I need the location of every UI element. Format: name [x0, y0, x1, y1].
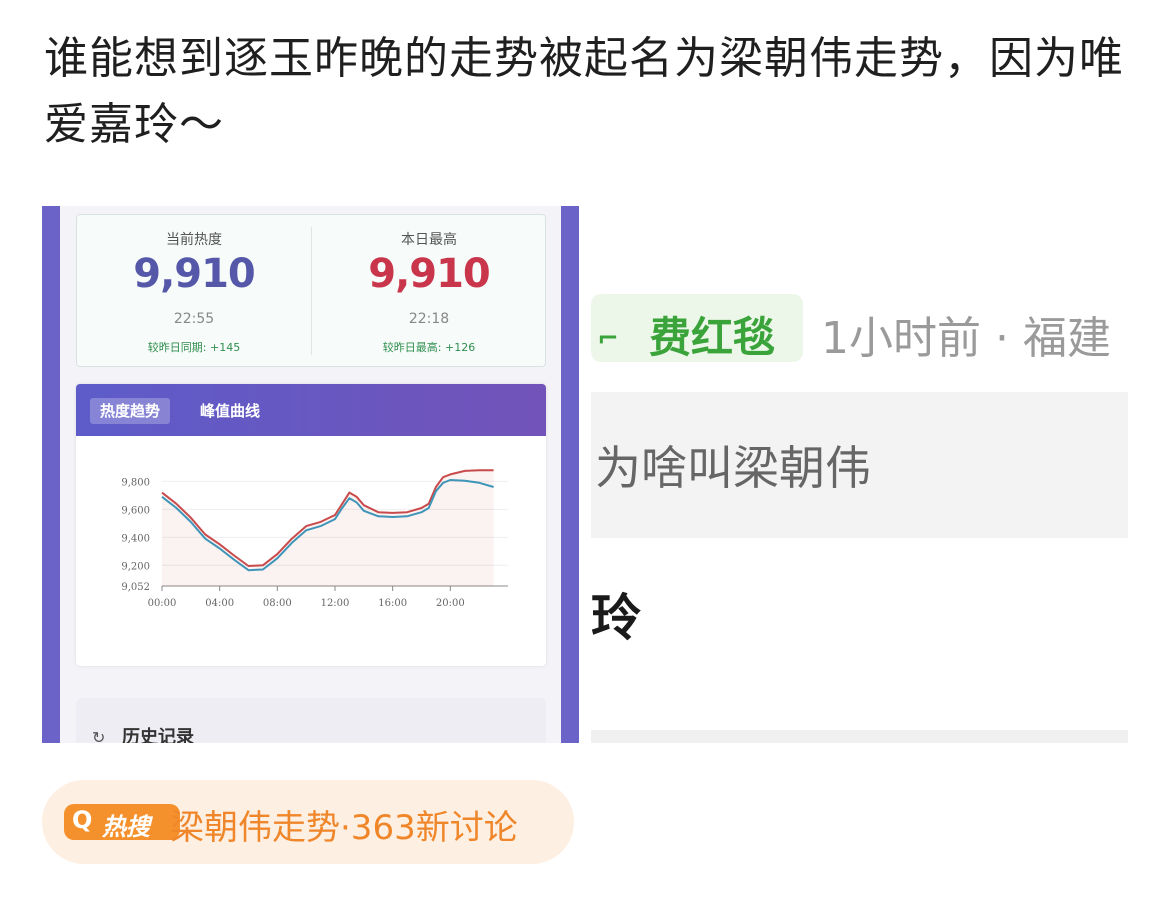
- current-heat-stat: 当前热度 9,910 22:55 较昨日同期: +145: [77, 215, 311, 368]
- current-heat-value: 9,910: [133, 251, 256, 297]
- quoted-comment-text: 为啥叫梁朝伟: [595, 441, 871, 495]
- hot-search-title[interactable]: 梁朝伟走势·363新讨论: [170, 800, 518, 849]
- search-icon: Q: [72, 806, 93, 834]
- post-text: 谁能想到逐玉昨晚的走势被起名为梁朝伟走势，因为唯爱嘉玲～: [44, 33, 1124, 150]
- history-section[interactable]: ↻ 历史记录: [76, 698, 546, 743]
- current-heat-label: 当前热度: [166, 232, 222, 248]
- x-tick-label: 04:00: [205, 598, 234, 609]
- trend-screenshot[interactable]: 当前热度 9,910 22:55 较昨日同期: +145 本日最高 9,910 …: [42, 206, 579, 743]
- current-heat-compare: 较昨日同期: +145: [147, 341, 241, 354]
- chart-tab-bar: 热度趋势 峰值曲线: [76, 384, 546, 436]
- hot-search-badge: Q 热搜: [64, 804, 180, 841]
- hot-search-pill[interactable]: Q 热搜 梁朝伟走势·363新讨论: [42, 780, 574, 864]
- peak-heat-label: 本日最高: [401, 232, 457, 248]
- peak-heat-compare: 较昨日最高: +126: [382, 341, 476, 354]
- y-tick-label: 9,400: [121, 533, 150, 544]
- trend-chart-card: 热度趋势 峰值曲线 9,052 9,200 9,400 9,600 9,800 00:00…: [76, 384, 546, 666]
- y-tick-label: 9,800: [121, 477, 150, 488]
- x-tick-label: 00:00: [148, 598, 177, 609]
- trend-area-fill: [162, 470, 494, 586]
- tab-heat-trend[interactable]: 热度趋势: [90, 398, 171, 424]
- y-tick-label: 9,600: [121, 505, 150, 516]
- x-tick-label: 12:00: [321, 598, 350, 609]
- peak-heat-time: 22:18: [408, 311, 450, 327]
- current-heat-time: 22:55: [173, 311, 215, 327]
- peak-heat-stat: 本日最高 9,910 22:18 较昨日最高: +126: [312, 215, 546, 368]
- heat-stats-card: 当前热度 9,910 22:55 较昨日同期: +145 本日最高 9,910 …: [76, 214, 546, 367]
- comment-meta: 1小时前 · 福建: [821, 313, 1111, 364]
- y-tick-label: 9,200: [121, 561, 150, 572]
- tab-peak-curve[interactable]: 峰值曲线: [190, 398, 270, 424]
- bottom-divider: [591, 730, 1128, 743]
- x-tick-label: 20:00: [436, 598, 465, 609]
- topic-tag-text: 费红毯: [649, 313, 776, 362]
- tag-corner-mark: ⌐: [597, 324, 619, 354]
- trend-panel: 当前热度 9,910 22:55 较昨日同期: +145 本日最高 9,910 …: [60, 206, 561, 743]
- history-label: 历史记录: [122, 727, 194, 743]
- y-tick-label: 9,052: [121, 582, 150, 593]
- peak-heat-value: 9,910: [368, 251, 491, 297]
- comment-reply-char: 玲: [591, 589, 641, 647]
- topic-tag: ⌐ 费红毯: [591, 294, 803, 362]
- comment-screenshot[interactable]: ⌐ 费红毯 1小时前 · 福建 为啥叫梁朝伟 玲: [591, 206, 1128, 743]
- x-tick-label: 08:00: [263, 598, 292, 609]
- x-tick-label: 16:00: [378, 598, 407, 609]
- heat-trend-chart: 9,052 9,200 9,400 9,600 9,800 00:00 04:00 08:00…: [121, 469, 508, 609]
- hot-search-badge-label: 热搜: [102, 813, 150, 841]
- history-refresh-icon: ↻: [92, 728, 106, 743]
- quoted-comment: 为啥叫梁朝伟: [591, 392, 1128, 538]
